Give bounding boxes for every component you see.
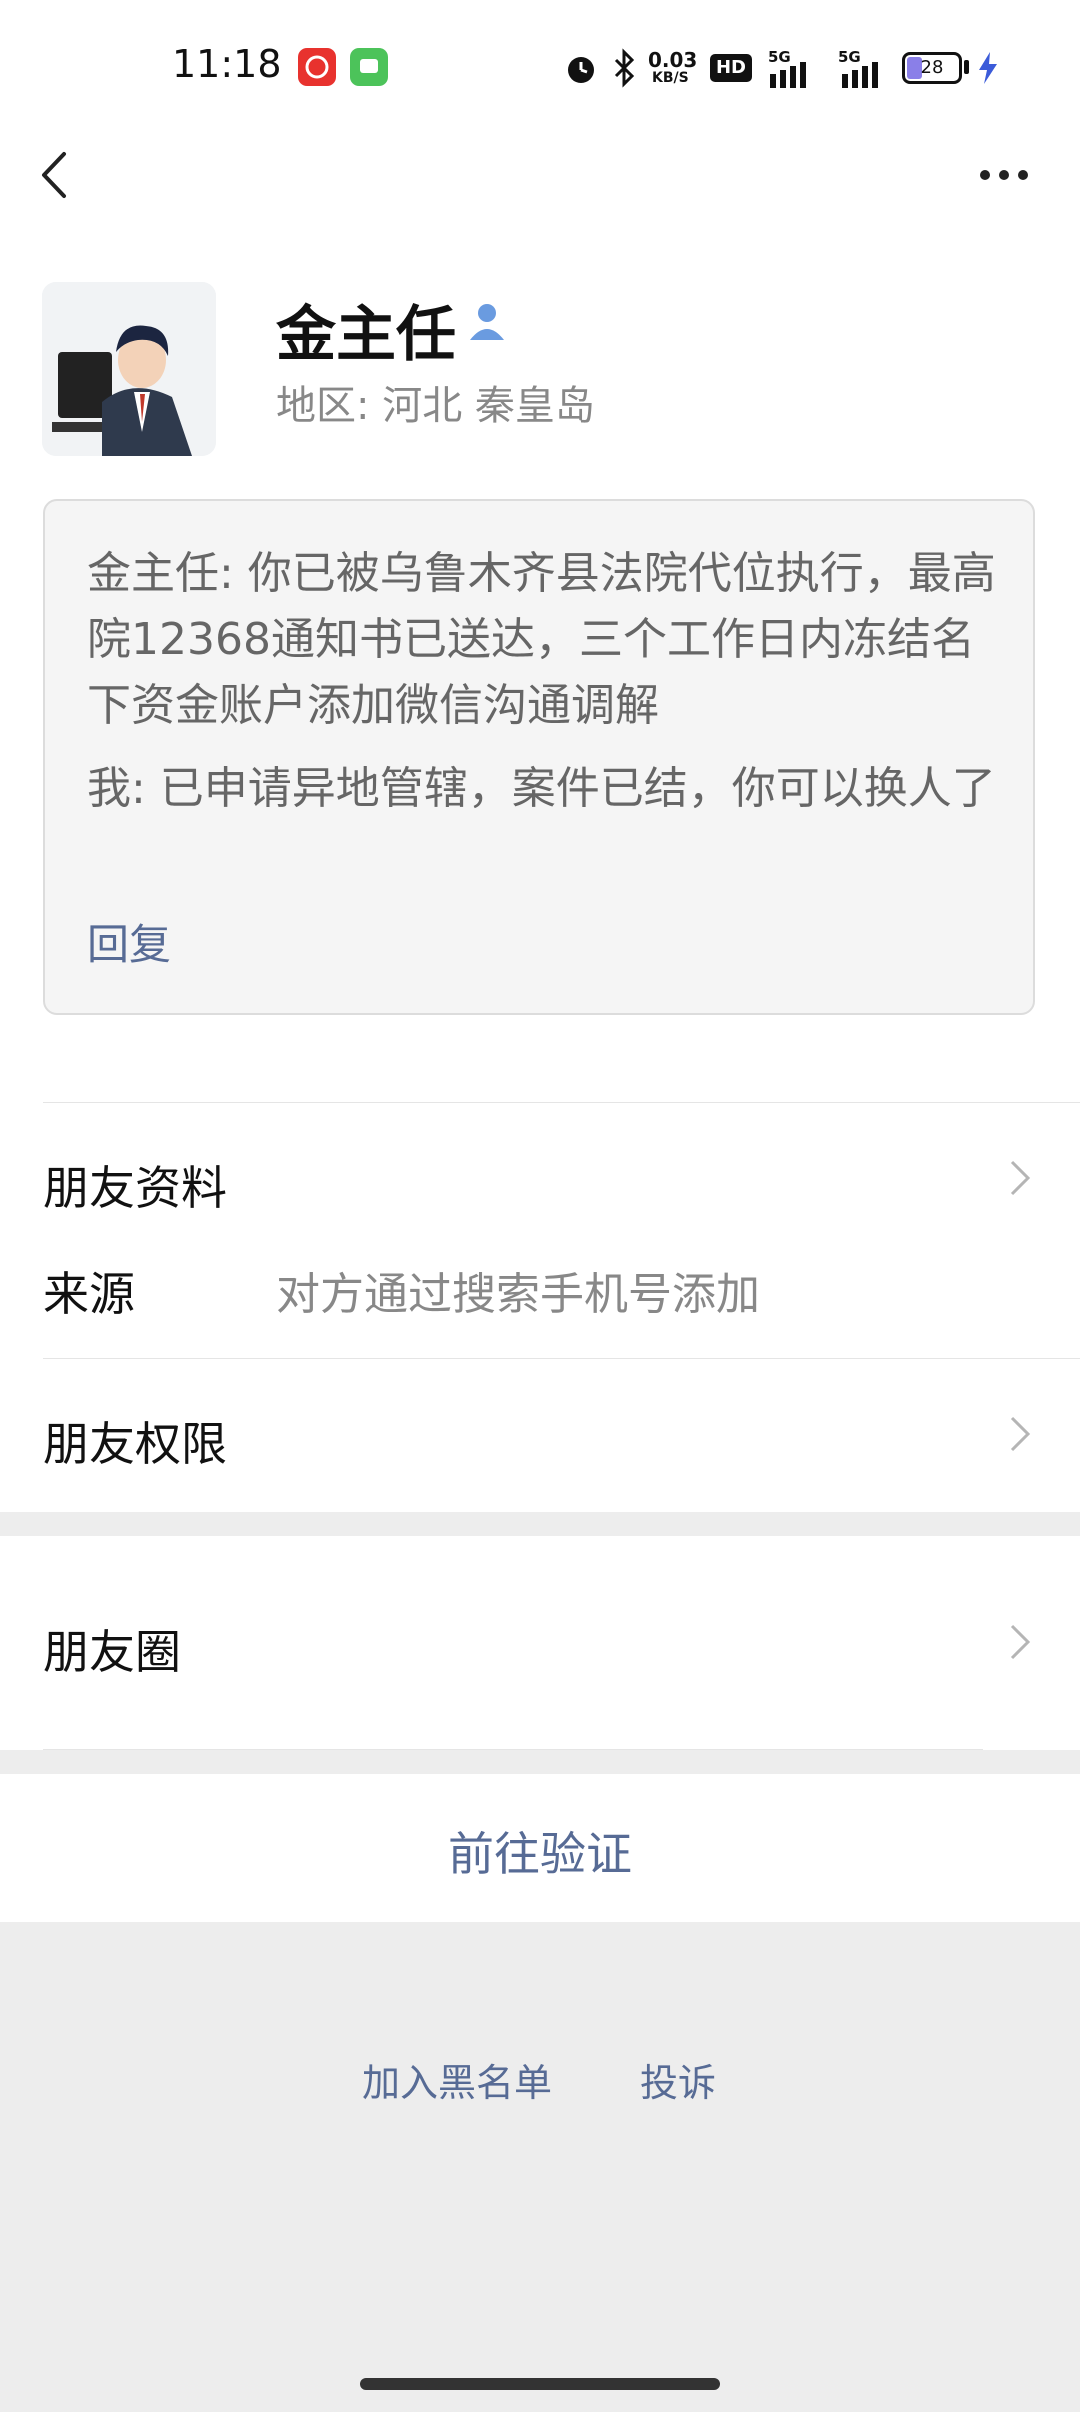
- home-indicator[interactable]: [360, 2378, 720, 2390]
- source-value: 对方通过搜索手机号添加: [276, 1269, 760, 1320]
- message-card: 金主任: 你已被乌鲁木齐县法院代位执行，最高院12368通知书已送达，三个工作日…: [43, 499, 1035, 1015]
- section-gap: [0, 1512, 1080, 1536]
- more-button[interactable]: [980, 165, 1028, 184]
- report-link[interactable]: 投诉: [640, 2052, 716, 2107]
- person-icon: [466, 300, 508, 342]
- verify-button[interactable]: 前往验证: [0, 1818, 1080, 1884]
- chevron-left-icon: [42, 152, 66, 198]
- app-green-icon: [350, 48, 388, 86]
- chevron-right-icon: [1008, 1414, 1032, 1454]
- network-speed-unit: KB/S: [652, 70, 689, 86]
- battery-tip: [964, 60, 969, 74]
- bluetooth-icon: [612, 48, 636, 92]
- avatar[interactable]: [42, 282, 216, 456]
- network-speed: 0.03: [648, 48, 698, 72]
- divider: [43, 1358, 1080, 1359]
- hd-icon: HD: [710, 54, 752, 82]
- chevron-right-icon: [1008, 1158, 1032, 1198]
- blacklist-link[interactable]: 加入黑名单: [362, 2052, 552, 2107]
- signal-icon: 5G: [830, 48, 878, 88]
- divider: [43, 1102, 1080, 1103]
- alarm-icon: [563, 50, 599, 90]
- app-red-icon: [298, 48, 336, 86]
- message-outgoing: 我: 已申请异地管辖，案件已结，你可以换人了: [87, 763, 996, 814]
- back-button[interactable]: [36, 150, 76, 200]
- section-gap: [0, 1750, 1080, 1774]
- contact-name: 金主任: [276, 300, 456, 370]
- battery-icon: 28: [902, 52, 962, 84]
- message-incoming: 金主任: 你已被乌鲁木齐县法院代位执行，最高院12368通知书已送达，三个工作日…: [87, 548, 996, 731]
- moments-row[interactable]: 朋友圈: [43, 1616, 181, 1682]
- friend-info-row[interactable]: 朋友资料: [43, 1152, 227, 1218]
- reply-link[interactable]: 回复: [87, 911, 171, 972]
- more-dots-icon: [980, 165, 1028, 184]
- friend-permissions-row[interactable]: 朋友权限: [43, 1408, 227, 1474]
- status-time: 11:18: [172, 42, 282, 86]
- avatar-image: [42, 282, 216, 456]
- charging-icon: [976, 50, 1000, 90]
- region-text: 地区: 河北 秦皇岛: [276, 383, 595, 429]
- signal-icon: 5G: [768, 48, 806, 88]
- chevron-right-icon: [1008, 1622, 1032, 1662]
- source-label: 来源: [43, 1267, 135, 1321]
